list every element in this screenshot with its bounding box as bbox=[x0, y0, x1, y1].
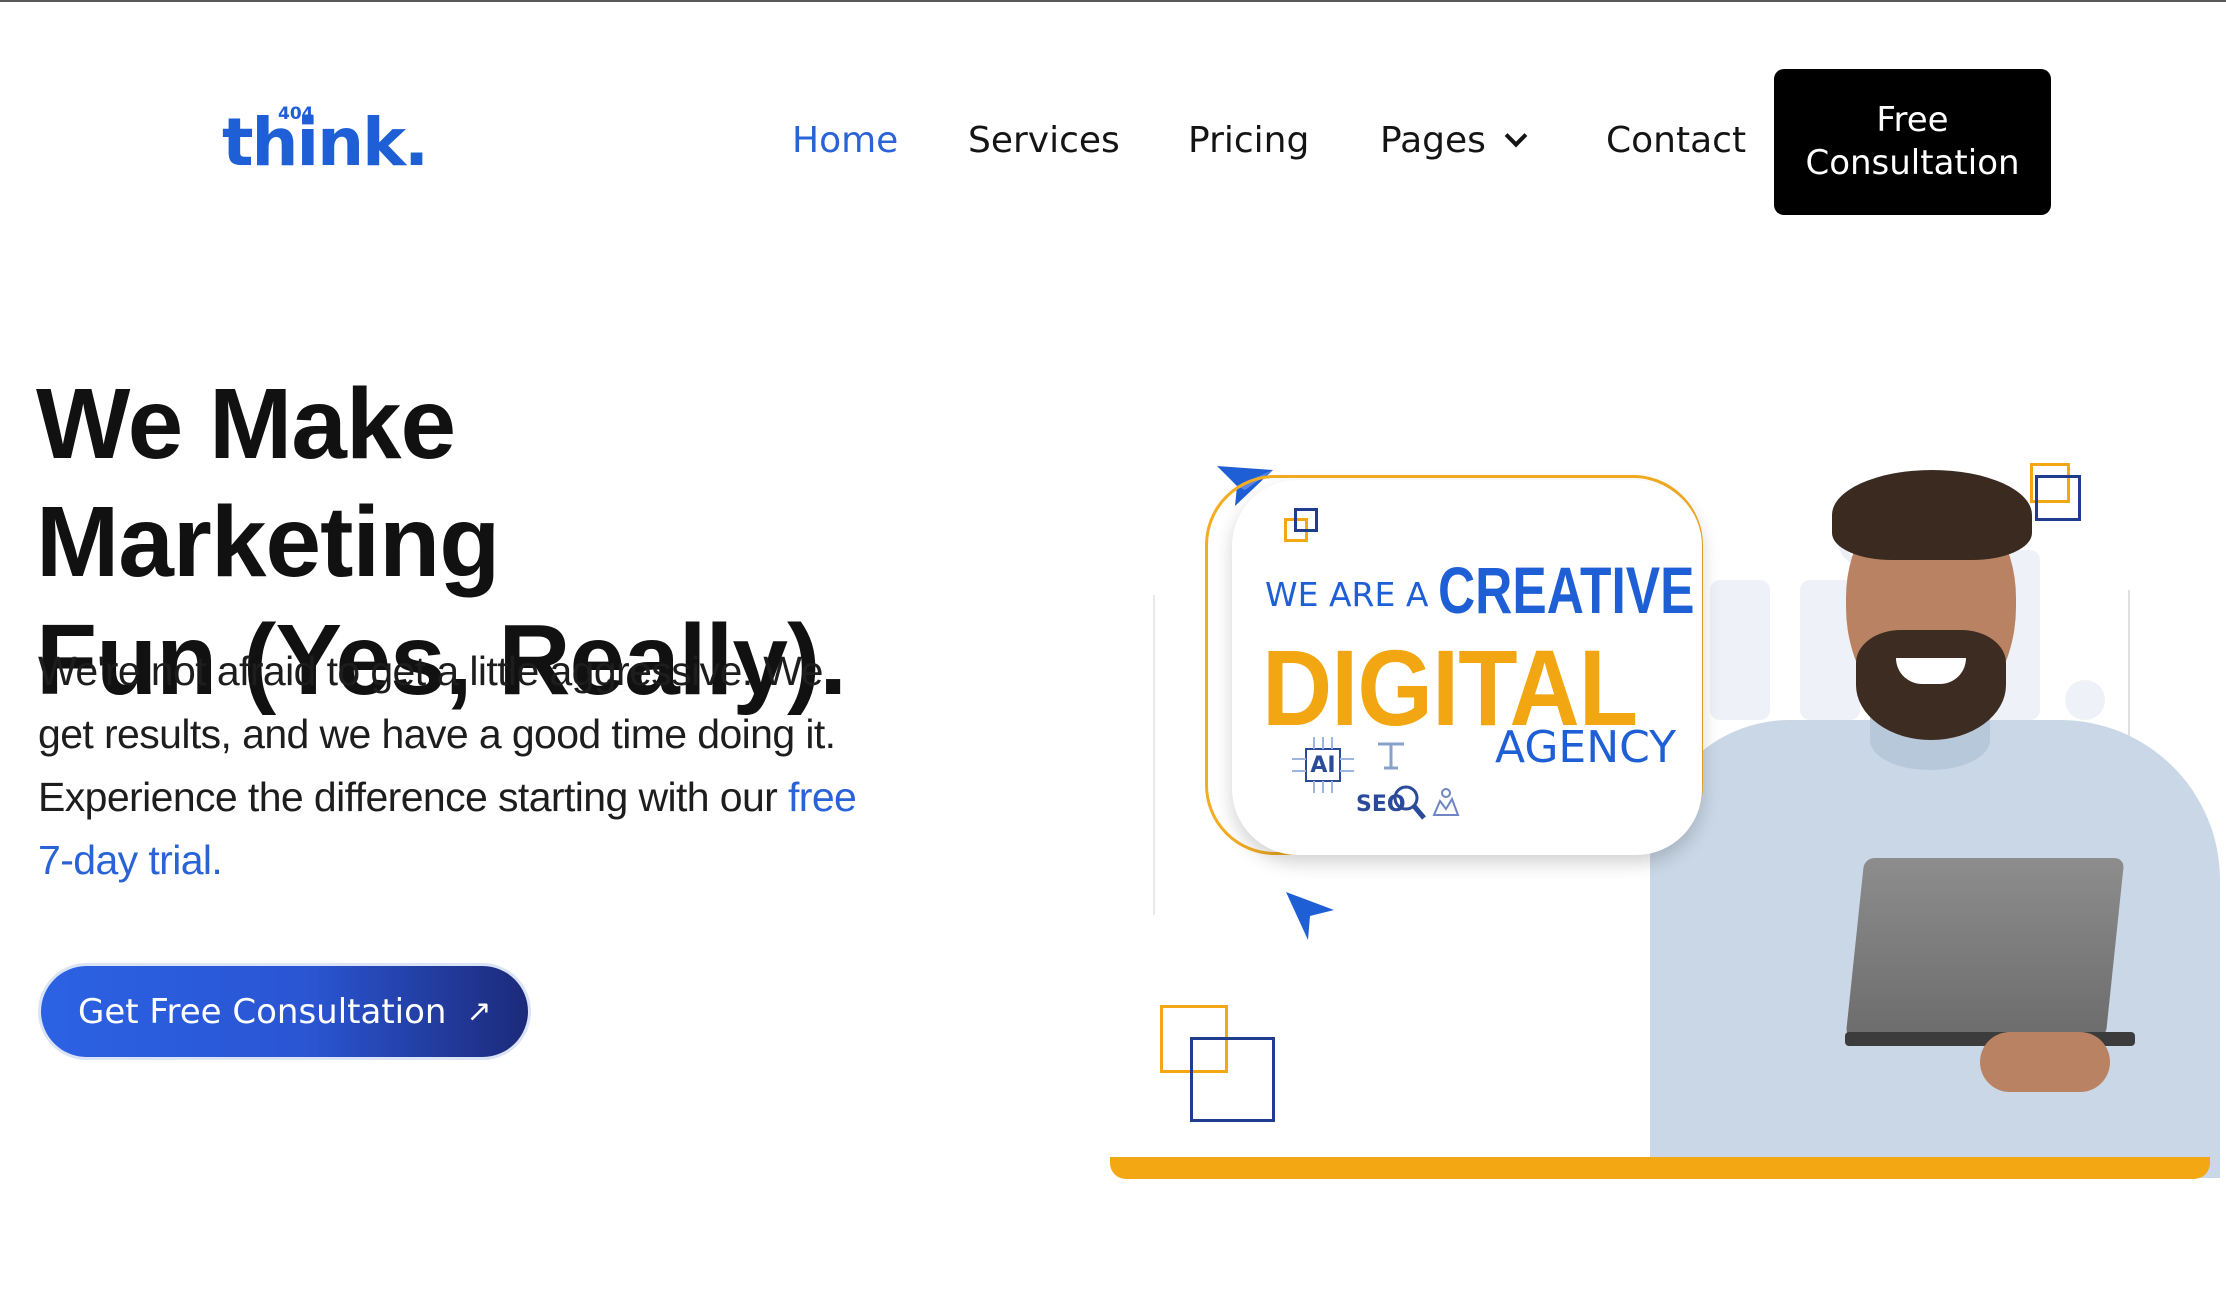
top-border bbox=[0, 0, 2226, 2]
logo[interactable]: 404 think. bbox=[222, 104, 429, 178]
ai-chip-icon: AI bbox=[1290, 735, 1356, 795]
nav-item-pages[interactable]: Pages bbox=[1380, 116, 1528, 166]
nav-item-contact[interactable]: Contact bbox=[1606, 116, 1746, 166]
divider-line bbox=[1153, 595, 1155, 915]
nav-item-pricing[interactable]: Pricing bbox=[1188, 116, 1309, 166]
free-consultation-line1: Free bbox=[1876, 100, 1949, 140]
text-tool-icon bbox=[1374, 738, 1408, 776]
nav-item-home[interactable]: Home bbox=[792, 116, 898, 166]
ai-chip-label: AI bbox=[1310, 752, 1336, 778]
card-line-we-are-a: WE ARE A bbox=[1265, 575, 1429, 614]
laptop-image bbox=[1845, 858, 2125, 1038]
nav-item-services[interactable]: Services bbox=[968, 116, 1120, 166]
decorative-square bbox=[1294, 508, 1318, 532]
get-free-consultation-label: Get Free Consultation bbox=[78, 991, 447, 1032]
hero-title-line1: We Make Marketing bbox=[36, 368, 500, 598]
arrow-up-right-icon: ↗ bbox=[466, 994, 492, 1029]
decorative-square bbox=[1190, 1037, 1275, 1122]
free-consultation-button[interactable]: Free Consultation bbox=[1774, 69, 2051, 215]
free-consultation-line2: Consultation bbox=[1805, 143, 2020, 183]
hero-description: We're not afraid to get a little aggress… bbox=[38, 640, 858, 892]
seo-search-icon: SEO bbox=[1356, 784, 1428, 824]
hero-description-text: We're not afraid to get a little aggress… bbox=[38, 648, 836, 820]
ideas-icon bbox=[1428, 785, 1464, 825]
logo-text: think. bbox=[222, 104, 429, 181]
person-hair bbox=[1832, 470, 2032, 560]
card-line-creative: CREATIVE bbox=[1438, 553, 1695, 627]
nav-item-pages-label: Pages bbox=[1380, 120, 1486, 161]
paper-plane-icon bbox=[1286, 892, 1334, 940]
get-free-consultation-button[interactable]: Get Free Consultation ↗ bbox=[41, 966, 528, 1057]
person-hand bbox=[1980, 1032, 2110, 1092]
decorative-square bbox=[2035, 475, 2081, 521]
chevron-down-icon bbox=[1504, 124, 1528, 148]
person-beard bbox=[1856, 630, 2006, 740]
illustration-baseline-bar bbox=[1110, 1157, 2210, 1179]
hero-illustration: WE ARE A CREATIVE DIGITAL AGENCY AI SEO bbox=[1110, 440, 2220, 1180]
card-line-agency: AGENCY bbox=[1495, 722, 1676, 773]
